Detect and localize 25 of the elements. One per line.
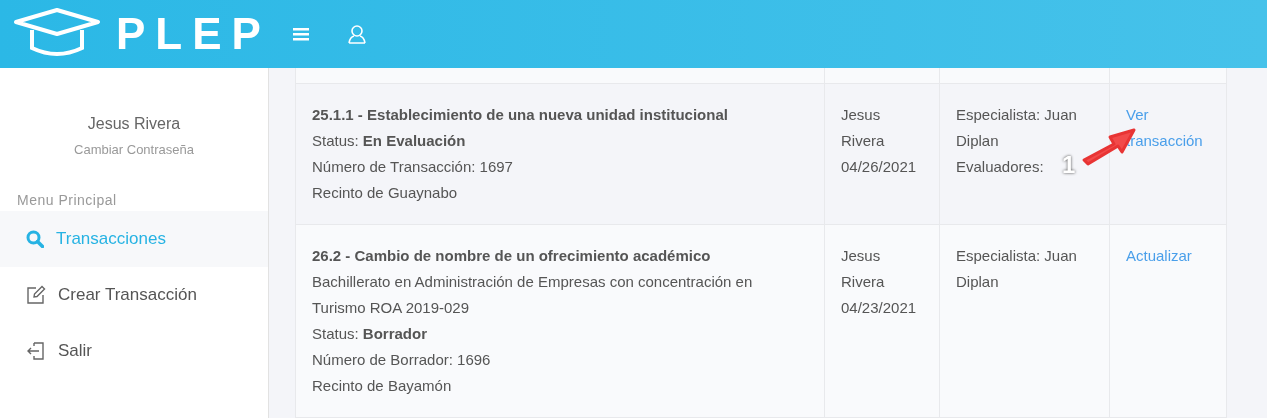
sidebar-item[interactable]: Salir xyxy=(0,322,268,379)
author-name: Jesus Rivera xyxy=(841,104,886,151)
sidebar-item[interactable]: Crear Transacción xyxy=(0,266,268,323)
brand-logo[interactable]: PLEP xyxy=(116,1,271,67)
detail-text: Número de Borrador: 1696 xyxy=(312,349,492,370)
section-heading: Menu Principal xyxy=(17,190,118,210)
reviewer-text: Especialista: Juan Diplan xyxy=(956,104,1078,151)
detail-text: Status: Borrador xyxy=(312,323,429,344)
date-text: 04/23/2021 xyxy=(841,297,918,318)
detail-text: Bachillerato en Administración de Empresas con concentración en Turismo ROA 2019-029 xyxy=(312,271,754,318)
detail-text: Recinto de Guaynabo xyxy=(312,182,459,203)
reviewer-text: Evaluadores: xyxy=(956,156,1044,177)
transaction-title: 26.2 - Cambio de nombre de un ofrecimiento académico xyxy=(312,245,712,266)
annotation-number: 1 xyxy=(1062,151,1076,178)
detail-text: Número de Transacción: 1697 xyxy=(312,156,514,177)
transaction-title: 25.1.1 - Establecimiento de una nueva unidad institucional xyxy=(312,104,729,125)
detail-text: Recinto de Bayamón xyxy=(312,375,453,396)
reviewer-text: Especialista: Juan Diplan xyxy=(956,245,1078,292)
detail-text: Status: En Evaluación xyxy=(312,130,467,151)
sidebar-item[interactable]: Transacciones xyxy=(0,210,268,267)
change-password-link[interactable]: Cambiar Contraseña xyxy=(74,142,194,157)
date-text: 04/26/2021 xyxy=(841,156,918,177)
action-link[interactable]: Actualizar xyxy=(1126,242,1210,269)
user-name: Jesus Rivera xyxy=(86,114,182,134)
author-name: Jesus Rivera xyxy=(841,245,886,292)
